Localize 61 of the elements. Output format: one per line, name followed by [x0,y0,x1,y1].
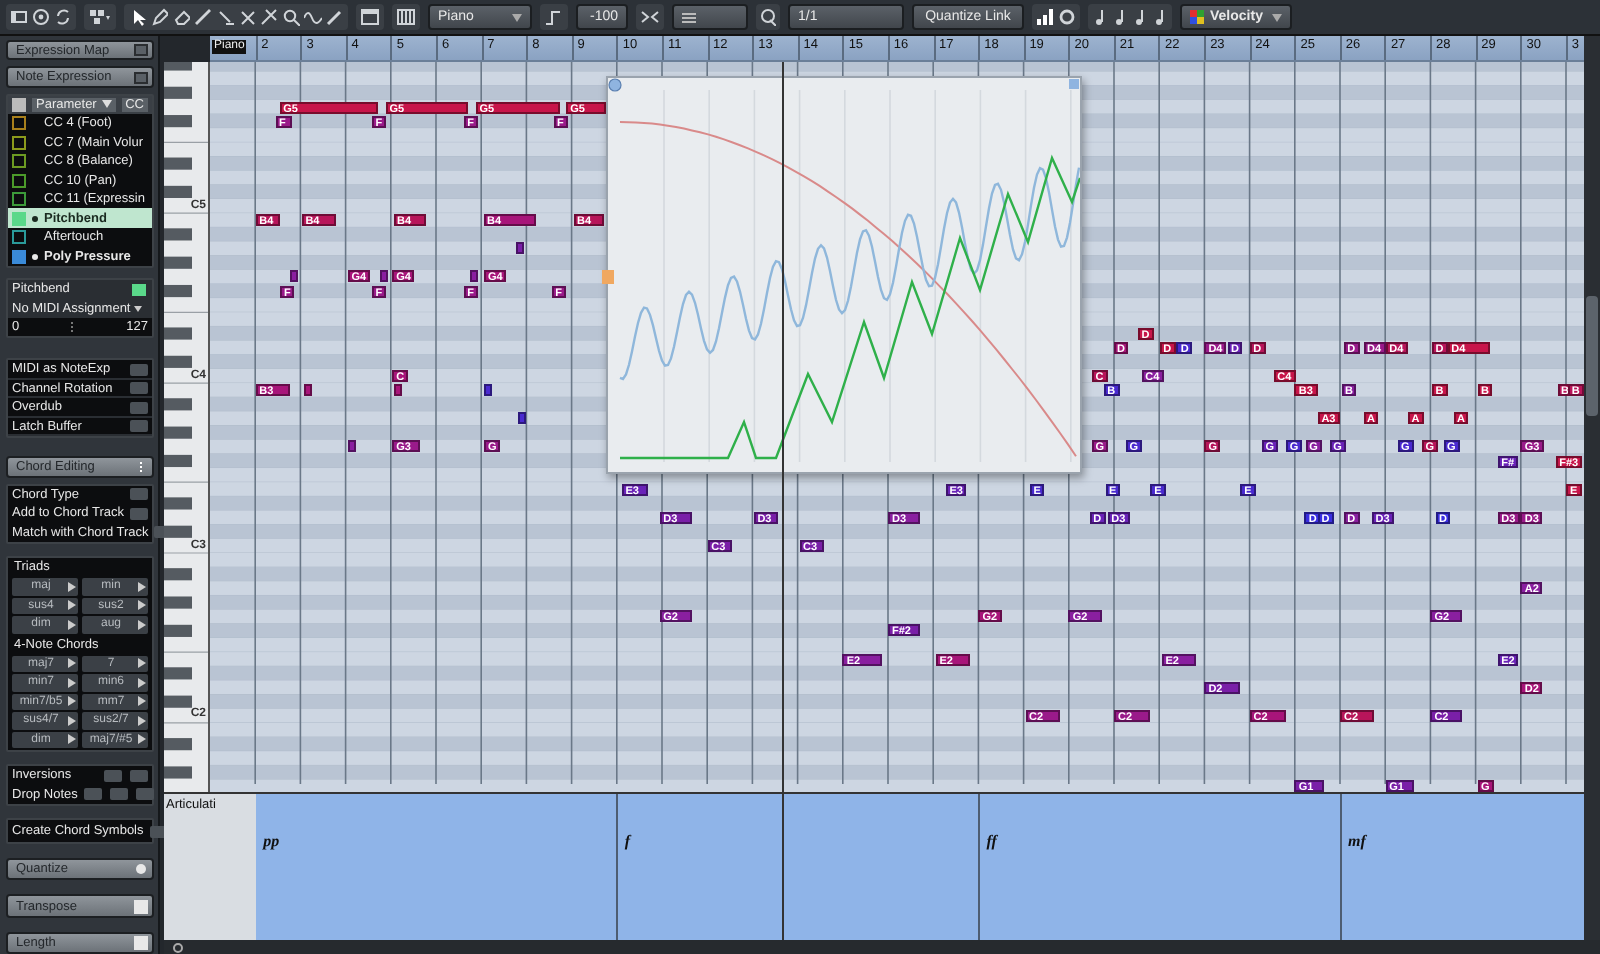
scrollbar[interactable] [1584,36,1600,940]
note-icon[interactable] [1132,8,1148,26]
parameter-checkbox[interactable] [12,211,26,225]
note-icon[interactable] [1092,8,1108,26]
parameter-checkbox[interactable] [12,249,26,263]
parameter-checkbox[interactable] [12,230,26,244]
note-block[interactable] [289,270,298,283]
palette-icon [1190,10,1204,24]
step-icon[interactable] [544,8,564,26]
checkbox[interactable] [12,97,26,112]
dynamic-marking[interactable]: pp [263,832,280,850]
note-block[interactable] [470,270,479,283]
zoom-icon[interactable] [282,8,300,26]
note-block[interactable] [380,270,389,283]
settings-icon[interactable] [1058,8,1076,26]
caret-icon [1272,13,1282,21]
eraser-icon[interactable] [172,8,190,26]
window-icon[interactable] [360,8,380,26]
caret-icon [512,13,522,21]
note-block[interactable] [347,440,356,453]
parameter-checkbox[interactable] [12,116,26,130]
quantize-icon[interactable] [760,8,776,26]
circle-icon[interactable] [608,78,622,92]
circle-icon [134,862,148,877]
loop-icon[interactable] [54,8,72,26]
scissors-icon[interactable] [238,8,256,26]
grid-icon[interactable] [88,8,112,26]
parameter-checkbox[interactable] [12,154,26,168]
pointer-icon[interactable] [128,8,146,26]
note-block[interactable] [515,242,524,255]
marker-icon[interactable] [602,270,614,284]
wave-icon[interactable] [304,8,322,26]
playhead-line[interactable] [781,62,784,792]
line-icon[interactable] [194,8,212,26]
note-icon[interactable] [1112,8,1128,26]
levels-icon[interactable] [1036,8,1054,26]
pencil-icon[interactable] [150,8,168,26]
dropdown[interactable] [672,4,748,30]
caret-icon [134,305,143,311]
parameter-checkbox[interactable] [12,173,26,187]
menu-icon [134,459,148,474]
parameter-checkbox[interactable] [12,135,26,149]
list-icon [682,11,696,23]
dynamic-marking[interactable]: mf [1347,832,1366,850]
note-block[interactable] [483,384,491,397]
keys-icon[interactable] [396,8,416,26]
dynamic-marking[interactable]: f [624,832,631,850]
articulation-lane[interactable]: pp f ff mf [255,794,1584,940]
note-icon[interactable] [1152,8,1168,26]
note-block[interactable] [303,384,312,397]
target-icon[interactable] [32,8,50,26]
dynamic-marking[interactable]: ff [986,832,997,850]
settings-icon[interactable] [172,941,184,953]
caret-icon [101,100,112,109]
enable-toggle[interactable] [130,281,148,297]
note-block[interactable] [393,384,401,397]
swap-icon[interactable] [640,8,660,26]
panel-icon[interactable] [10,8,28,26]
parameter-checkbox[interactable] [12,192,26,206]
note-block[interactable] [517,412,526,425]
divider-icon [70,321,75,333]
